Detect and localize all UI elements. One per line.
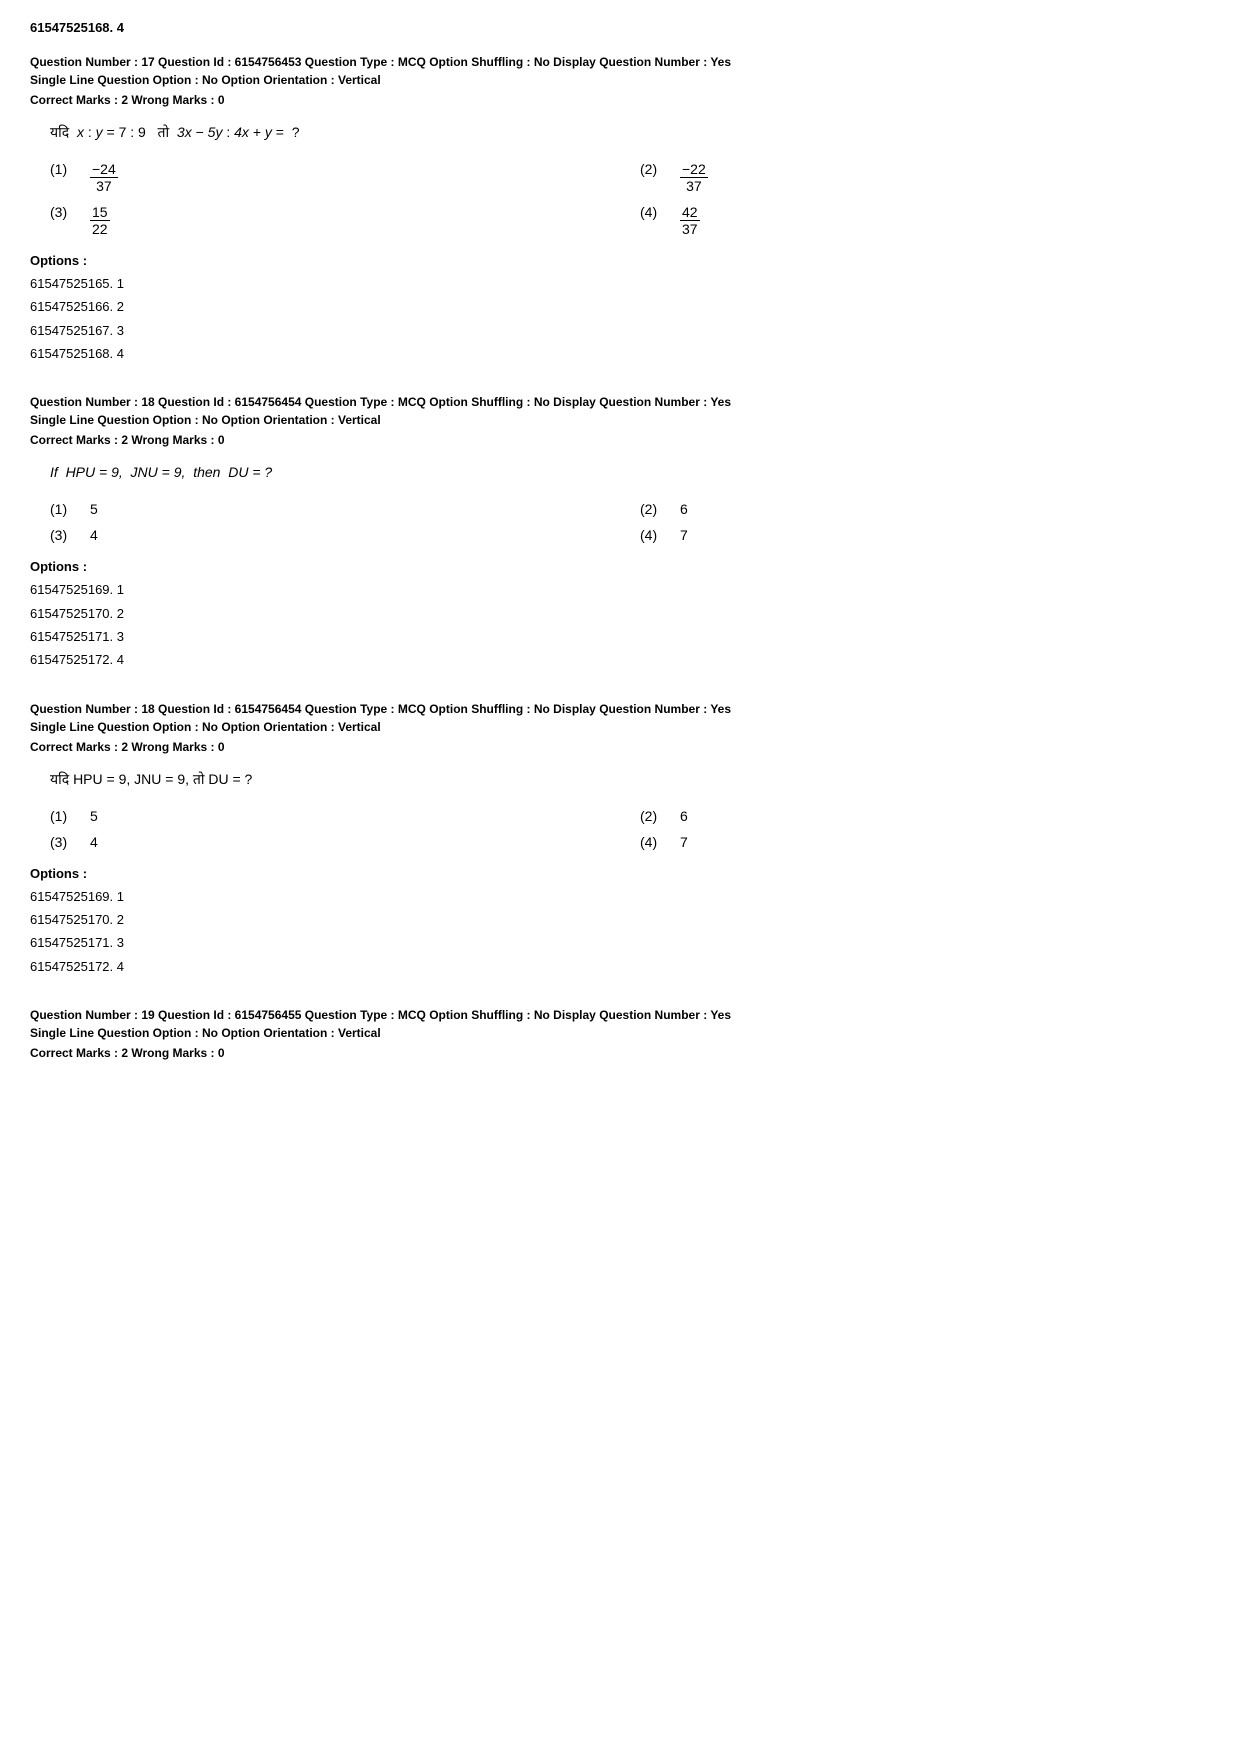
question-18b-meta: Question Number : 18 Question Id : 61547…	[30, 700, 1210, 736]
question-18a-meta: Question Number : 18 Question Id : 61547…	[30, 393, 1210, 429]
option-17-2: (2) −22 37	[640, 161, 1190, 194]
question-18b-marks: Correct Marks : 2 Wrong Marks : 0	[30, 740, 1210, 754]
question-18a-options: (1) 5 (2) 6 (3) 4 (4) 7	[50, 501, 1190, 543]
question-17-options-list: 61547525165. 1 61547525166. 2 6154752516…	[30, 272, 1210, 366]
question-18b-options-label: Options :	[30, 866, 1210, 881]
option-17-1: (1) −24 37	[50, 161, 600, 194]
option-18a-1: (1) 5	[50, 501, 600, 517]
question-18b-options-list: 61547525169. 1 61547525170. 2 6154752517…	[30, 885, 1210, 979]
option-18b-1: (1) 5	[50, 808, 600, 824]
question-block-17: Question Number : 17 Question Id : 61547…	[30, 53, 1210, 365]
question-17-options: (1) −24 37 (2) −22 37 (3) 15	[50, 161, 1190, 237]
question-19-marks: Correct Marks : 2 Wrong Marks : 0	[30, 1046, 1210, 1060]
option-17-3: (3) 15 22	[50, 204, 600, 237]
option-18a-4: (4) 7	[640, 527, 1190, 543]
question-block-19: Question Number : 19 Question Id : 61547…	[30, 1006, 1210, 1060]
question-18a-options-list: 61547525169. 1 61547525170. 2 6154752517…	[30, 578, 1210, 672]
question-18a-marks: Correct Marks : 2 Wrong Marks : 0	[30, 433, 1210, 447]
option-18a-2: (2) 6	[640, 501, 1190, 517]
question-18b-options: (1) 5 (2) 6 (3) 4 (4) 7	[50, 808, 1190, 850]
option-17-4: (4) 42 37	[640, 204, 1190, 237]
question-17-meta: Question Number : 17 Question Id : 61547…	[30, 53, 1210, 89]
option-18b-2: (2) 6	[640, 808, 1190, 824]
question-17-text: यदि x : y = 7 : 9 तो 3x − 5y : 4x + y = …	[50, 121, 1210, 145]
question-18a-text: If HPU = 9, JNU = 9, then DU = ?	[50, 461, 1210, 485]
option-18b-4: (4) 7	[640, 834, 1190, 850]
option-18b-3: (3) 4	[50, 834, 600, 850]
question-17-marks: Correct Marks : 2 Wrong Marks : 0	[30, 93, 1210, 107]
question-19-meta: Question Number : 19 Question Id : 61547…	[30, 1006, 1210, 1042]
question-18b-text: यदि HPU = 9, JNU = 9, तो DU = ?	[50, 768, 1210, 792]
question-18a-options-label: Options :	[30, 559, 1210, 574]
question-block-18b: Question Number : 18 Question Id : 61547…	[30, 700, 1210, 978]
question-block-18a: Question Number : 18 Question Id : 61547…	[30, 393, 1210, 671]
page-header: 61547525168. 4	[30, 20, 1210, 35]
option-18a-3: (3) 4	[50, 527, 600, 543]
question-17-options-label: Options :	[30, 253, 1210, 268]
